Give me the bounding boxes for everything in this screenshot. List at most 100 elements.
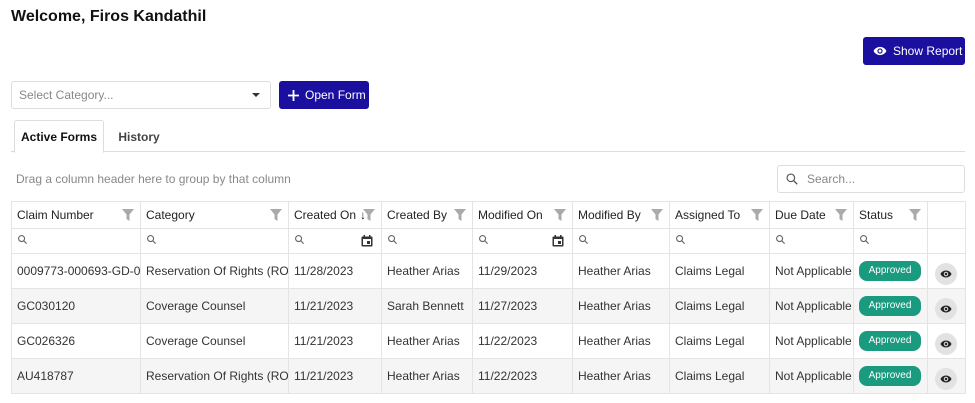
view-button[interactable]: [935, 368, 957, 390]
cell-status: Approved: [853, 288, 928, 324]
eye-icon: [940, 340, 952, 348]
view-button[interactable]: [935, 263, 957, 285]
cell-category: Coverage Counsel: [140, 288, 289, 324]
tab-bar: Active Forms History: [11, 120, 965, 153]
cell-due-date: Not Applicable: [769, 288, 854, 324]
column-header-label: Claim Number: [17, 208, 94, 222]
column-header[interactable]: Modified On: [472, 201, 573, 229]
column-header-label: Created By: [387, 208, 448, 222]
filter-icon[interactable]: [363, 209, 375, 221]
group-panel-hint: Drag a column header here to group by th…: [16, 172, 291, 186]
filter-icon[interactable]: [270, 209, 282, 221]
column-header[interactable]: Created By: [381, 201, 473, 229]
chevron-down-icon: [252, 93, 260, 97]
view-button[interactable]: [935, 298, 957, 320]
column-filter-cell[interactable]: [669, 228, 770, 254]
cell-modified-by: Heather Arias: [572, 358, 670, 394]
search-icon: [388, 235, 398, 245]
search-icon: [676, 235, 686, 245]
cell-assigned-to: Claims Legal: [669, 358, 770, 394]
open-form-button[interactable]: Open Form: [279, 81, 369, 109]
eye-icon: [940, 305, 952, 313]
cell-claim-number: 0009773-000693-GD-01: [11, 253, 141, 289]
cell-category: Reservation Of Rights (ROR): [140, 253, 289, 289]
filter-icon[interactable]: [751, 209, 763, 221]
cell-modified-on: 11/22/2023: [472, 358, 573, 394]
eye-icon: [873, 46, 887, 56]
search-icon: [776, 235, 786, 245]
column-header[interactable]: Due Date: [769, 201, 854, 229]
status-badge: Approved: [859, 366, 921, 386]
cell-created-on: 11/21/2023: [288, 358, 382, 394]
tab-history[interactable]: History: [106, 120, 172, 153]
cell-assigned-to: Claims Legal: [669, 253, 770, 289]
table-row[interactable]: GC030120 Coverage Counsel 11/21/2023 Sarah …: [11, 288, 966, 324]
cell-status: Approved: [853, 323, 928, 359]
cell-modified-on: 11/27/2023: [472, 288, 573, 324]
cell-actions: [927, 358, 966, 394]
column-header-label: Assigned To: [675, 208, 741, 222]
status-badge: Approved: [859, 296, 921, 316]
search-icon: [18, 235, 28, 245]
filter-icon[interactable]: [909, 209, 921, 221]
column-header[interactable]: Modified By: [572, 201, 670, 229]
column-header-label: Modified By: [578, 208, 641, 222]
table-row[interactable]: 0009773-000693-GD-01 Reservation Of Right…: [11, 253, 966, 289]
cell-modified-on: 11/22/2023: [472, 323, 573, 359]
cell-created-on: 11/21/2023: [288, 323, 382, 359]
cell-created-by: Heather Arias: [381, 253, 473, 289]
calendar-icon[interactable]: [361, 235, 373, 247]
welcome-heading: Welcome, Firos Kandathil: [11, 8, 207, 25]
cell-status: Approved: [853, 358, 928, 394]
table-row[interactable]: GC026326 Coverage Counsel 11/21/2023 Heathe…: [11, 323, 966, 359]
search-icon: [295, 235, 305, 245]
column-header[interactable]: Claim Number: [11, 201, 141, 229]
filter-icon[interactable]: [122, 209, 134, 221]
column-header[interactable]: Status: [853, 201, 928, 229]
cell-claim-number: GC026326: [11, 323, 141, 359]
show-report-label: Show Report: [893, 44, 963, 58]
column-filter-cell[interactable]: [288, 228, 382, 254]
cell-created-by: Heather Arias: [381, 323, 473, 359]
column-filter-cell[interactable]: [769, 228, 854, 254]
filter-icon[interactable]: [651, 209, 663, 221]
filter-icon[interactable]: [454, 209, 466, 221]
actions-column-header: [927, 201, 966, 229]
cell-due-date: Not Applicable: [769, 358, 854, 394]
view-button[interactable]: [935, 333, 957, 355]
status-badge: Approved: [859, 331, 921, 351]
calendar-icon[interactable]: [552, 235, 564, 247]
column-header[interactable]: Assigned To: [669, 201, 770, 229]
cell-actions: [927, 323, 966, 359]
filter-icon[interactable]: [835, 209, 847, 221]
cell-category: Reservation Of Rights (ROR): [140, 358, 289, 394]
column-header[interactable]: Created On ↓: [288, 201, 382, 229]
column-filter-cell[interactable]: [11, 228, 141, 254]
status-badge: Approved: [859, 261, 921, 281]
column-filter-cell[interactable]: [472, 228, 573, 254]
column-filter-cell[interactable]: [381, 228, 473, 254]
eye-icon: [940, 270, 952, 278]
cell-created-by: Sarah Bennett: [381, 288, 473, 324]
column-header-label: Due Date: [775, 208, 826, 222]
column-header-label: Created On: [294, 208, 357, 222]
cell-assigned-to: Claims Legal: [669, 288, 770, 324]
cell-modified-by: Heather Arias: [572, 323, 670, 359]
tab-active-forms[interactable]: Active Forms: [14, 120, 104, 153]
cell-due-date: Not Applicable: [769, 323, 854, 359]
search-input[interactable]: Search...: [777, 165, 965, 193]
search-icon: [860, 235, 870, 245]
column-filter-cell[interactable]: [853, 228, 928, 254]
search-icon: [786, 173, 798, 185]
search-icon: [147, 235, 157, 245]
column-header[interactable]: Category: [140, 201, 289, 229]
cell-claim-number: AU418787: [11, 358, 141, 394]
category-select[interactable]: Select Category...: [11, 81, 271, 109]
forms-grid: Claim Number Category Created On ↓ Created B…: [11, 201, 966, 394]
show-report-button[interactable]: Show Report: [863, 37, 965, 65]
cell-created-on: 11/28/2023: [288, 253, 382, 289]
filter-icon[interactable]: [554, 209, 566, 221]
table-row[interactable]: AU418787 Reservation Of Rights (ROR) 11/21…: [11, 358, 966, 394]
column-filter-cell[interactable]: [140, 228, 289, 254]
column-filter-cell[interactable]: [572, 228, 670, 254]
